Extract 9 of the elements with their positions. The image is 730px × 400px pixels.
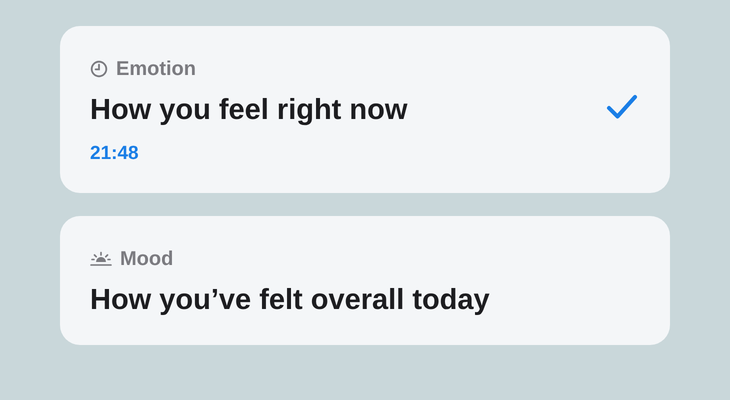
time-label: 21:48 <box>90 143 140 165</box>
card-title: How you’ve felt overall today <box>90 284 491 317</box>
clock-icon <box>90 60 108 78</box>
category-label: Emotion <box>116 58 196 80</box>
option-card[interactable]: Mood How you’ve felt overall today <box>60 216 670 345</box>
category-label: Mood <box>120 248 174 270</box>
sunrise-icon <box>90 251 112 267</box>
option-card[interactable]: Emotion How you feel right now 21:48 <box>60 26 670 193</box>
card-title: How you feel right now <box>90 94 408 127</box>
